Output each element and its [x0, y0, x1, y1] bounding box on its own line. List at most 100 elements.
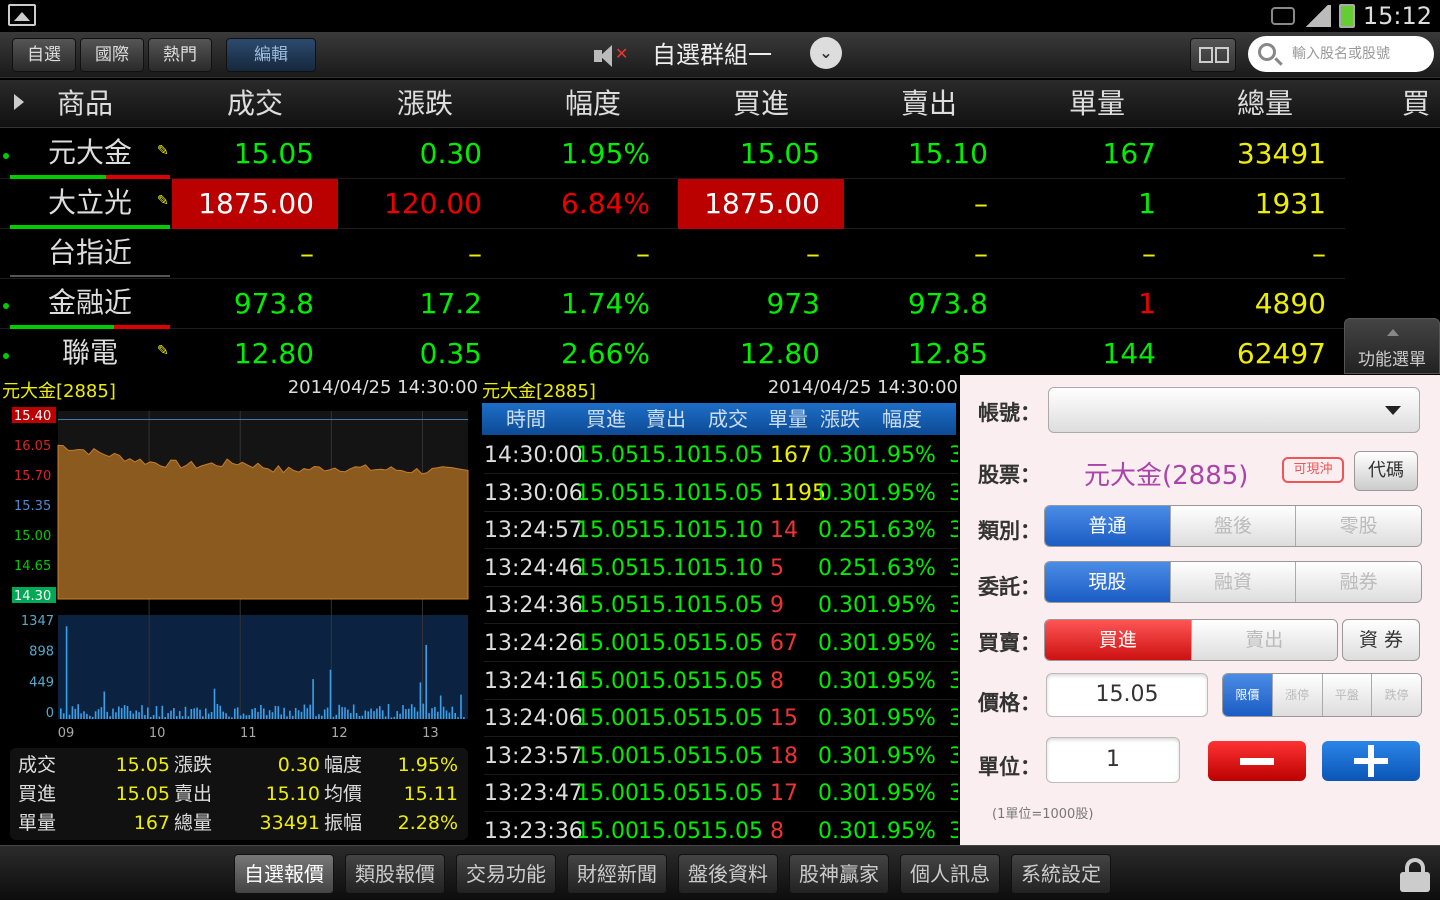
tick-row[interactable]: 14:30:0015.0515.1015.051670.301.95%3 — [484, 437, 958, 474]
tick-cell: 13:24:06 — [484, 706, 583, 732]
tick-row[interactable]: 13:23:4715.0015.0515.05170.301.95%3 — [484, 775, 958, 813]
volume-bar — [173, 708, 175, 719]
nav-settings[interactable]: 系統設定 — [1011, 854, 1111, 894]
volume-bar — [460, 694, 462, 719]
col-pct[interactable]: 幅度 — [538, 80, 648, 128]
volume-bar — [263, 708, 265, 719]
layout-toggle-button[interactable] — [1190, 38, 1236, 72]
tick-cell-overflow: 3 — [949, 663, 958, 699]
decrease-button[interactable] — [1208, 741, 1306, 781]
chart-datetime: 2014/04/25 14:30:00 — [287, 377, 478, 398]
quote-row[interactable]: 金融近 973.8 17.2 1.74% 973 973.8 1 4890 — [0, 279, 1345, 329]
tick-row[interactable]: 13:23:5715.0015.0515.05180.301.95%3 — [484, 738, 958, 775]
side-sell[interactable]: 賣出 — [1191, 620, 1337, 660]
type-odd-lot[interactable]: 零股 — [1296, 506, 1421, 546]
nav-after-hours[interactable]: 盤後資料 — [678, 854, 778, 894]
volume-bar — [141, 705, 143, 719]
volume-bar — [126, 706, 129, 719]
tick-cell: 0.30 — [818, 781, 867, 807]
type-after-hours[interactable]: 盤後 — [1170, 506, 1297, 546]
summary-value: 15.05 — [115, 754, 170, 776]
asset-button[interactable]: 資 券 — [1342, 619, 1420, 661]
nav-messages[interactable]: 個人訊息 — [900, 854, 1000, 894]
summary-value: 33491 — [259, 812, 320, 834]
search-input[interactable]: 輸入股名或股號 — [1248, 36, 1434, 72]
col-more[interactable]: 買 — [1402, 80, 1440, 128]
entrust-short[interactable]: 融券 — [1296, 562, 1421, 602]
tick-row[interactable]: 13:24:2615.0015.0515.05670.301.95%3 — [484, 625, 958, 662]
type-regular[interactable]: 普通 — [1045, 506, 1171, 546]
tab-international[interactable]: 國際 — [80, 38, 144, 72]
nav-stock-master[interactable]: 股神贏家 — [789, 854, 889, 894]
increase-button[interactable] — [1322, 741, 1420, 781]
summary-value: 15.10 — [265, 783, 320, 805]
account-select[interactable] — [1048, 387, 1420, 433]
expand-arrow-icon[interactable] — [14, 94, 24, 110]
volume-bar — [103, 691, 106, 719]
tick-cell: 15.00 — [576, 631, 639, 656]
summary-value: 0.30 — [277, 754, 320, 776]
entrust-cash[interactable]: 現股 — [1045, 562, 1171, 602]
volume-bar — [222, 711, 224, 719]
tab-favorites[interactable]: 自選 — [12, 38, 76, 72]
status-dot — [3, 353, 9, 359]
col-name[interactable]: 商品 — [40, 80, 130, 128]
tick-cell: 0.30 — [818, 593, 867, 619]
tick-row[interactable]: 13:24:0615.0015.0515.05150.301.95%3 — [484, 700, 958, 738]
volume-bar — [86, 713, 88, 719]
intraday-chart[interactable]: 15.40 16.05 15.70 15.35 15.00 14.65 14.30 1347 8… — [0, 403, 480, 748]
col-ask[interactable]: 賣出 — [874, 80, 984, 128]
quote-row[interactable]: 台指近 – – – – – – – — [0, 229, 1345, 279]
summary-label: 單量 — [18, 812, 57, 834]
price-limit-down[interactable]: 跌停 — [1372, 674, 1421, 716]
col-bid[interactable]: 買進 — [706, 80, 816, 128]
price-input[interactable]: 15.05 — [1046, 673, 1208, 717]
volume-bar — [152, 715, 155, 719]
quote-vol: 1 — [1138, 187, 1156, 220]
volume-bar — [210, 712, 213, 719]
volume-bar — [254, 708, 256, 719]
quote-change: 120.00 — [384, 187, 482, 220]
tick-row[interactable]: 13:30:0615.0515.1015.0511950.301.95%3 — [484, 475, 958, 512]
price-flat[interactable]: 平盤 — [1322, 674, 1373, 716]
lock-icon[interactable] — [1400, 858, 1430, 892]
unit-input[interactable]: 1 — [1046, 737, 1180, 783]
tick-cell: 13:30:06 — [484, 480, 583, 506]
volume-bar — [176, 716, 178, 719]
tick-row[interactable]: 13:24:5715.0515.1015.10140.251.63%3 — [484, 512, 958, 550]
summary-value: 2.28% — [397, 812, 458, 834]
col-price[interactable]: 成交 — [200, 80, 310, 128]
edit-button[interactable]: 編輯 — [226, 38, 316, 72]
nav-sector-quotes[interactable]: 類股報價 — [345, 854, 445, 894]
volume-bar — [205, 708, 207, 719]
price-limit-up[interactable]: 漲停 — [1272, 674, 1323, 716]
code-button[interactable]: 代碼 — [1354, 451, 1418, 491]
col-change[interactable]: 漲跌 — [370, 80, 480, 128]
mute-speaker-icon[interactable]: ✕ — [594, 44, 628, 68]
tick-row[interactable]: 13:24:3615.0515.1015.0590.301.95%3 — [484, 587, 958, 625]
quote-row[interactable]: 聯電 ✎ 12.80 0.35 2.66% 12.80 12.85 144 62… — [0, 329, 1345, 379]
col-total[interactable]: 總量 — [1210, 80, 1320, 128]
search-placeholder: 輸入股名或股號 — [1292, 46, 1390, 62]
quote-row[interactable]: 大立光 ✎ 1875.00 120.00 6.84% 1875.00 – 1 1… — [0, 179, 1345, 229]
group-title[interactable]: 自選群組一 — [652, 38, 772, 72]
price-limit[interactable]: 限價 — [1223, 674, 1273, 716]
tick-cell: 15.00 — [576, 743, 639, 769]
tick-cell: 15.10 — [638, 480, 701, 506]
nav-watchlist[interactable]: 自選報價 — [234, 854, 334, 894]
tick-row[interactable]: 13:24:4615.0515.1015.1050.251.63%3 — [484, 550, 958, 587]
nav-news[interactable]: 財經新聞 — [567, 854, 667, 894]
chevron-down-icon[interactable]: ⌄ — [810, 37, 842, 69]
side-buy[interactable]: 買進 — [1045, 620, 1192, 660]
quote-change: 0.30 — [419, 137, 482, 170]
summary-row: 單量 167 總量 33491 振幅 2.28% — [10, 808, 468, 838]
entrust-margin[interactable]: 融資 — [1170, 562, 1297, 602]
nav-trading[interactable]: 交易功能 — [456, 854, 556, 894]
tick-col-pct: 幅度 — [882, 407, 922, 431]
tick-row[interactable]: 13:24:1615.0015.0515.0580.301.95%3 — [484, 663, 958, 700]
quote-row[interactable]: 元大金 ✎ 15.05 0.30 1.95% 15.05 15.10 167 3… — [0, 129, 1345, 179]
volume-bar — [147, 707, 149, 719]
function-menu-button[interactable]: 功能選單 — [1344, 318, 1440, 374]
col-volume[interactable]: 單量 — [1042, 80, 1152, 128]
tab-popular[interactable]: 熱門 — [148, 38, 212, 72]
